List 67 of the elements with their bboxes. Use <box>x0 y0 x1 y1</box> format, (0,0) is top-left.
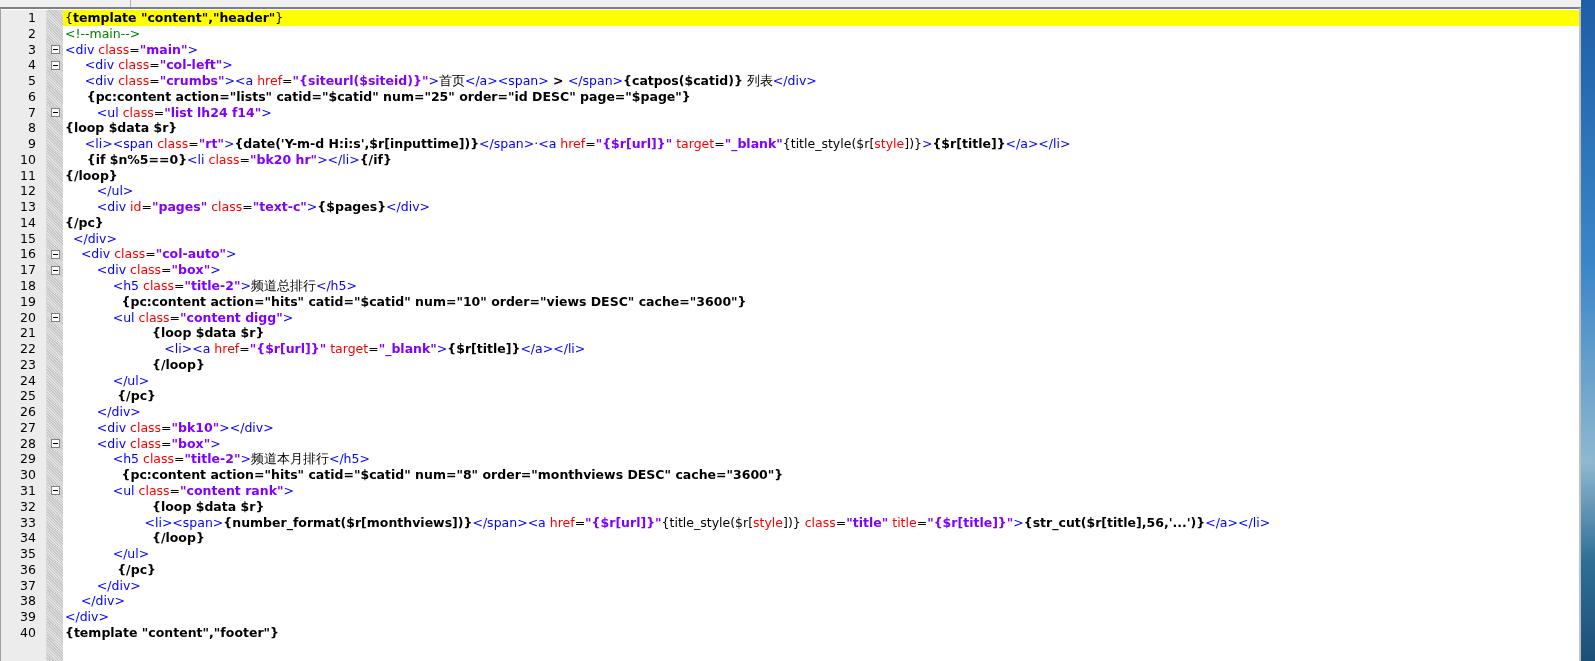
code-line: {/pc} <box>116 388 157 405</box>
fold-toggle-icon[interactable] <box>50 249 60 259</box>
code-line: <div class="crumbs"><a href="{siteurl($siteid)}">首页</a><span> > </span>{catpos($catid)} 列表</div> <box>83 73 818 89</box>
code-line: <li><span class="rt">{date('Y-m-d H:i:s',$r[inputtime])}</span>·<a href="{$r[url]}" target="_blank"{title_style($r[style])}>{$r[title]}</a></li> <box>83 136 1072 152</box>
fold-margin <box>47 640 63 661</box>
code-line: {loop $data $r} <box>64 120 179 137</box>
line-number: 29 <box>1 451 47 468</box>
line-number: 25 <box>1 388 47 405</box>
code-line: <div class="col-auto"> <box>79 246 238 263</box>
code-line: <li><span>{number_format($r[monthviews])}</span><a href="{$r[url]}"{title_style($r[style])} class="title" title="{$r[title]}">{str_cut($r[title],56,'...')}</a></li> <box>143 514 1272 531</box>
code-line: <div class="col-left"> <box>83 57 234 74</box>
code-line: {loop $data $r} <box>151 325 266 342</box>
line-number: 38 <box>1 593 47 610</box>
code-line: </ul> <box>111 546 151 562</box>
code-line: {/loop} <box>64 167 119 184</box>
line-number: 4 <box>1 57 47 74</box>
line-number: 22 <box>1 341 47 357</box>
fold-toggle-icon[interactable] <box>50 107 60 117</box>
fold-toggle-icon[interactable] <box>50 486 60 496</box>
line-number: 12 <box>1 183 47 200</box>
code-line: <div class="box"> <box>95 262 222 278</box>
code-line: </div> <box>95 404 142 420</box>
code-line: {if $n%5==0}<li class="bk20 hr"></li>{/if} <box>85 151 393 168</box>
line-number: 26 <box>1 404 47 420</box>
code-line: <!--main--> <box>64 25 142 42</box>
line-number: 16 <box>1 246 47 263</box>
line-number: 21 <box>1 325 47 342</box>
line-number: 30 <box>1 467 47 483</box>
code-line: <li><a href="{$r[url]}" target="_blank">{$r[title]}</a></li> <box>163 341 587 357</box>
fold-toggle-icon[interactable] <box>50 60 60 70</box>
line-number: 8 <box>1 120 47 137</box>
line-number: 17 <box>1 262 47 278</box>
code-line: {pc:content action="hits" catid="$catid" num="8" order="monthviews DESC" cache="3600"} <box>120 467 785 483</box>
code-line: <div class="main"> <box>64 41 199 58</box>
code-line: </div> <box>64 609 110 625</box>
line-number: 13 <box>1 199 47 215</box>
code-line: </div> <box>71 230 118 247</box>
fold-toggle-icon[interactable] <box>50 439 60 449</box>
line-number: 34 <box>1 530 47 547</box>
code-line: {pc:content action="lists" catid="$catid" num="25" order="id DESC" page="$page"} <box>85 88 692 105</box>
fold-toggle-icon[interactable] <box>50 312 60 322</box>
code-line: <h5 class="title-2">频道总排行</h5> <box>111 278 358 294</box>
line-number: 5 <box>1 73 47 89</box>
fold-toggle-icon[interactable] <box>50 44 60 54</box>
code-line: {loop $data $r} <box>151 498 266 515</box>
line-number: 9 <box>1 136 47 152</box>
code-line: <ul class="content rank"> <box>111 482 295 499</box>
code-line: </ul> <box>95 183 135 200</box>
line-number: 35 <box>1 546 47 562</box>
code-line: <ul class="content digg"> <box>111 309 295 326</box>
code-line: <ul class="list lh24 f14"> <box>95 104 273 121</box>
code-line: {/pc} <box>116 561 157 578</box>
code-line: {/pc} <box>64 214 105 231</box>
code-line: <div id="pages" class="text-c">{$pages}</div> <box>95 199 432 215</box>
code-line: {template "content","footer"} <box>64 624 280 641</box>
code-line: <div class="bk10"></div> <box>95 419 275 436</box>
code-line: </div> <box>95 577 142 594</box>
code-line: {/loop} <box>151 356 206 373</box>
code-line: <div class="box"> <box>95 435 222 452</box>
code-line: {/loop} <box>151 530 206 547</box>
line-number: 18 <box>1 278 47 294</box>
code-line: </ul> <box>111 372 151 389</box>
line-number: 1 <box>1 10 47 26</box>
code-line: </div> <box>79 593 126 610</box>
code-line: <h5 class="title-2">频道本月排行</h5> <box>111 451 371 468</box>
code-line: {pc:content action="hits" catid="$catid" num="10" order="views DESC" cache="3600"} <box>120 293 748 310</box>
line-number: 39 <box>1 609 47 625</box>
